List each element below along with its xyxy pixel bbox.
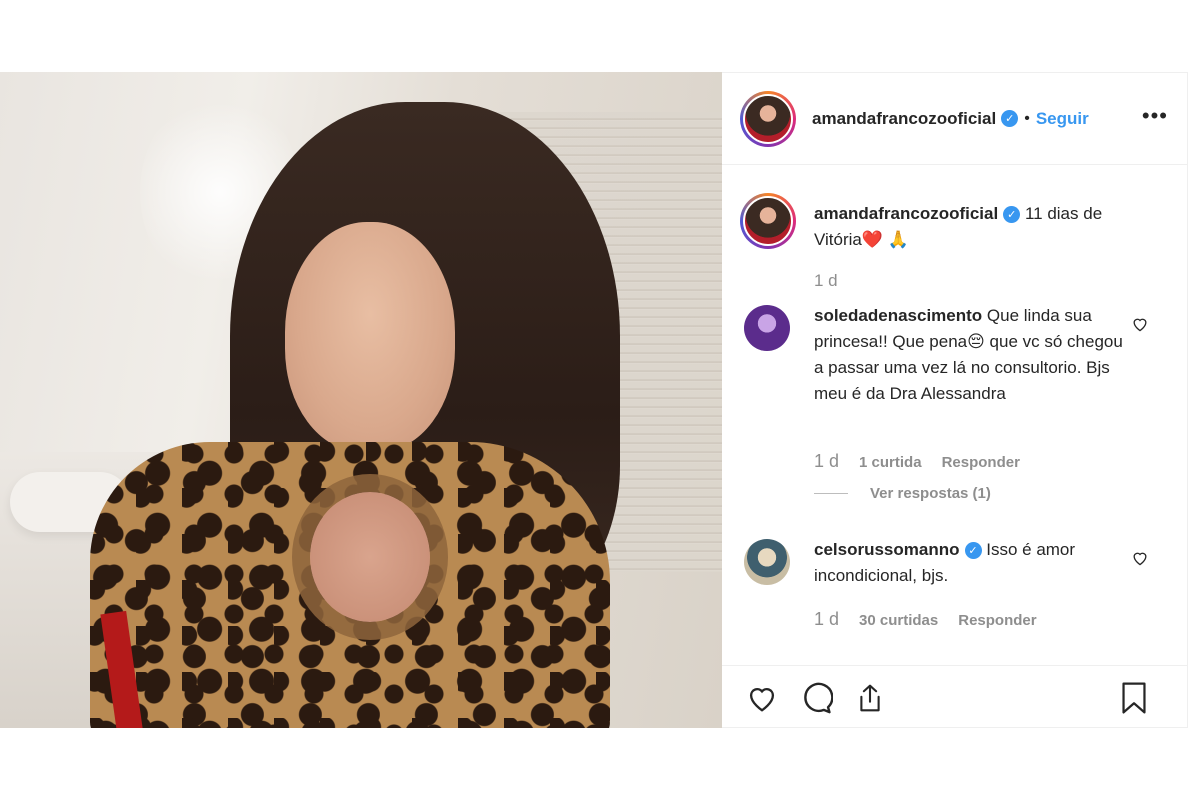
follow-button[interactable]: Seguir bbox=[1036, 109, 1089, 129]
caption-avatar[interactable] bbox=[740, 193, 796, 249]
comment-like-heart-icon[interactable] bbox=[1131, 550, 1149, 571]
woman-face bbox=[285, 222, 455, 452]
verified-badge-icon: ✓ bbox=[1003, 206, 1021, 224]
comment-username[interactable]: soledadenascimento bbox=[814, 306, 982, 325]
post-caption: amandafrancozooficial ✓ 11 dias de Vitóri… bbox=[740, 193, 1160, 253]
view-replies-label: Ver respostas (1) bbox=[870, 485, 991, 502]
more-options-icon[interactable]: ••• bbox=[1142, 103, 1168, 129]
post-actions bbox=[722, 665, 1188, 729]
commenter-avatar[interactable] bbox=[744, 539, 790, 585]
post-photo[interactable] bbox=[0, 72, 722, 728]
share-icon[interactable] bbox=[850, 678, 890, 718]
separator-dot: • bbox=[1024, 109, 1030, 127]
comment-likes[interactable]: 30 curtidas bbox=[859, 612, 938, 629]
caption-username[interactable]: amandafrancozooficial bbox=[814, 204, 998, 223]
comment-username[interactable]: celsorussomanno bbox=[814, 540, 960, 559]
caption-time[interactable]: 1 d bbox=[814, 271, 838, 291]
reply-button[interactable]: Responder bbox=[942, 454, 1020, 471]
comment-likes[interactable]: 1 curtida bbox=[859, 454, 922, 471]
view-replies-button[interactable]: Ver respostas (1) bbox=[814, 485, 991, 502]
comment-like-heart-icon[interactable] bbox=[1131, 316, 1149, 337]
author-avatar[interactable] bbox=[740, 90, 796, 147]
comment-time[interactable]: 1 d bbox=[814, 609, 839, 630]
bookmark-icon[interactable] bbox=[1114, 678, 1154, 718]
comment-meta: 1 d 30 curtidas Responder bbox=[814, 609, 1057, 630]
comment-item: soledadenascimento Que linda sua princes… bbox=[744, 303, 1174, 407]
comment-icon[interactable] bbox=[796, 678, 836, 718]
commenter-avatar[interactable] bbox=[744, 305, 790, 351]
verified-badge-icon: ✓ bbox=[1001, 110, 1019, 127]
post-sidebar: amandafrancozooficial ✓ • Seguir ••• ama… bbox=[722, 72, 1188, 728]
verified-badge-icon: ✓ bbox=[964, 542, 982, 560]
author-username[interactable]: amandafrancozooficial bbox=[812, 109, 996, 129]
post-header: amandafrancozooficial ✓ • Seguir ••• bbox=[722, 73, 1188, 165]
replies-line bbox=[814, 493, 848, 494]
comment-item: celsorussomanno ✓ Isso é amor incondicion… bbox=[744, 537, 1174, 589]
baby bbox=[310, 492, 430, 622]
comment-time[interactable]: 1 d bbox=[814, 451, 839, 472]
comment-meta: 1 d 1 curtida Responder bbox=[814, 451, 1040, 472]
heart-icon[interactable] bbox=[742, 678, 782, 718]
reply-button[interactable]: Responder bbox=[958, 612, 1036, 629]
